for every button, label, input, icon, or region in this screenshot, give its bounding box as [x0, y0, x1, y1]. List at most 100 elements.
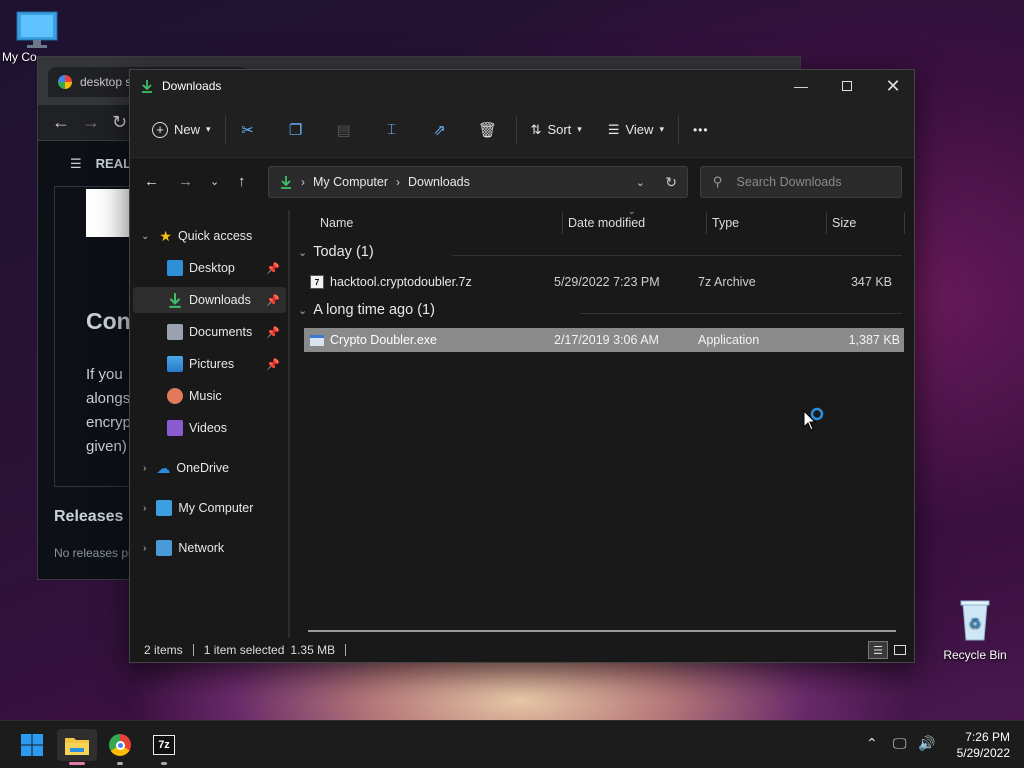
desktop-icon-recycle-bin[interactable]: ♻ Recycle Bin: [940, 598, 1010, 662]
new-label: New: [174, 122, 201, 137]
nav-item-downloads[interactable]: Downloads 📌: [133, 287, 286, 313]
delete-icon[interactable]: 🗑: [472, 114, 504, 146]
pin-icon[interactable]: 📌: [266, 326, 280, 339]
seven-zip-icon: 7z: [153, 735, 175, 755]
recent-chevron-icon[interactable]: ⌄: [210, 175, 219, 188]
maximize-button[interactable]: [824, 70, 870, 102]
file-row-selected[interactable]: Crypto Doubler.exe 2/17/2019 3:06 AM App…: [304, 328, 904, 352]
search-box[interactable]: ⚲ Search Downloads: [700, 166, 902, 198]
readme-heading: Con: [86, 308, 131, 334]
file-date-cell: 2/17/2019 3:06 AM: [554, 333, 659, 347]
chevron-down-icon: ▾: [577, 124, 582, 134]
back-icon[interactable]: ←: [144, 173, 159, 190]
chevron-down-icon: ▾: [659, 124, 664, 134]
pin-icon[interactable]: 📌: [266, 358, 280, 371]
nav-network[interactable]: › Network: [133, 535, 286, 561]
search-icon: ⚲: [713, 174, 723, 189]
refresh-icon[interactable]: ↻: [665, 174, 677, 191]
close-button[interactable]: ✕: [870, 70, 916, 102]
file-size-cell: 347 KB: [850, 275, 892, 289]
taskbar-file-explorer[interactable]: [57, 729, 97, 765]
nav-item-desktop[interactable]: Desktop 📌: [133, 255, 286, 281]
nav-quick-access[interactable]: ⌄ ★ Quick access: [133, 223, 286, 249]
tiles-view-icon[interactable]: [890, 641, 910, 659]
nav-onedrive[interactable]: › ☁ OneDrive: [133, 455, 286, 481]
file-row[interactable]: 7 hacktool.cryptodoubler.7z 5/29/2022 7:…: [306, 270, 902, 294]
file-explorer-window[interactable]: Downloads — ✕ + New ▾ ✂ ❐ ▤ ⌶ ⇗ 🗑 ⇅ Sort…: [129, 69, 915, 663]
more-options-button[interactable]: •••: [685, 114, 717, 146]
breadcrumb-downloads[interactable]: Downloads: [408, 175, 470, 189]
taskbar-7zip[interactable]: 7z: [144, 729, 184, 765]
toolbar-separator: [224, 115, 226, 144]
toolbar-separator: [677, 115, 679, 144]
rename-icon[interactable]: ⌶: [376, 114, 408, 146]
column-header-type[interactable]: Type: [712, 210, 822, 236]
pane-divider[interactable]: [288, 210, 290, 640]
readme-bar: ☰ REAL: [54, 141, 131, 187]
group-header[interactable]: ⌄ A long time ago (1): [298, 302, 435, 318]
list-icon[interactable]: ☰: [70, 156, 82, 172]
forward-icon[interactable]: →: [82, 112, 100, 133]
column-divider[interactable]: [904, 212, 905, 234]
running-indicator: [161, 762, 167, 765]
search-input[interactable]: Search Downloads: [737, 175, 842, 189]
forward-icon[interactable]: →: [178, 173, 193, 190]
cloud-icon: ☁: [156, 459, 171, 476]
column-divider[interactable]: [562, 212, 563, 234]
nav-item-documents[interactable]: Documents 📌: [133, 319, 286, 345]
music-icon: [167, 388, 183, 404]
column-header-size[interactable]: Size: [832, 210, 902, 236]
releases-heading[interactable]: Releases: [54, 508, 123, 526]
window-title: Downloads: [162, 79, 222, 93]
title-bar[interactable]: Downloads — ✕: [130, 70, 914, 102]
status-divider: [192, 644, 194, 656]
nav-item-videos[interactable]: Videos: [133, 415, 286, 441]
address-bar[interactable]: › My Computer › Downloads ⌄ ↻: [268, 166, 688, 198]
chevron-down-icon: ⌄: [298, 304, 308, 317]
reload-icon[interactable]: ↻: [112, 112, 127, 133]
active-indicator: [69, 762, 85, 765]
nav-item-pictures[interactable]: Pictures 📌: [133, 351, 286, 377]
column-divider[interactable]: [826, 212, 827, 234]
nav-my-computer[interactable]: › My Computer: [133, 495, 286, 521]
pin-icon[interactable]: 📌: [266, 294, 280, 307]
network-status-icon[interactable]: 🖵: [893, 735, 907, 752]
paste-icon[interactable]: ▤: [328, 114, 360, 146]
chevron-down-icon: ⌄: [298, 246, 308, 259]
share-icon[interactable]: ⇗: [424, 114, 456, 146]
clock[interactable]: 7:26 PM 5/29/2022: [944, 729, 1010, 761]
minimize-button[interactable]: —: [778, 70, 824, 102]
column-divider[interactable]: [706, 212, 707, 234]
nav-item-music[interactable]: Music: [133, 383, 286, 409]
up-icon[interactable]: ↑: [238, 173, 246, 190]
sort-button[interactable]: ⇅ Sort ▾: [523, 114, 590, 146]
download-icon: [281, 176, 291, 189]
start-button[interactable]: [12, 729, 52, 761]
group-divider: [452, 255, 902, 256]
horizontal-scrollbar[interactable]: [308, 630, 896, 632]
pictures-icon: [167, 356, 183, 372]
archive-7z-icon: 7: [310, 275, 324, 289]
show-hidden-icons-chevron-icon[interactable]: ⌃: [866, 735, 878, 752]
view-button[interactable]: ☰ View ▾: [600, 114, 672, 146]
group-header[interactable]: ⌄ Today (1): [298, 244, 374, 260]
monitor-icon: [156, 500, 173, 516]
column-header-name[interactable]: Name: [320, 210, 560, 236]
desktop-icon-label: Recycle Bin: [943, 648, 1007, 662]
cut-icon[interactable]: ✂: [232, 114, 264, 146]
details-view-icon[interactable]: ☰: [868, 641, 888, 659]
copy-icon[interactable]: ❐: [280, 114, 312, 146]
browser-tab-title: desktop s: [80, 75, 132, 89]
taskbar-chrome[interactable]: [100, 729, 140, 765]
pin-icon[interactable]: 📌: [266, 262, 280, 275]
status-selection: 1 item selected: [203, 643, 285, 657]
breadcrumb-my-computer[interactable]: My Computer: [313, 175, 388, 189]
chevron-right-icon: ›: [143, 502, 147, 514]
address-dropdown-icon[interactable]: ⌄: [636, 176, 645, 189]
column-header-date[interactable]: Date modified: [568, 210, 708, 236]
volume-icon[interactable]: 🔊: [918, 735, 935, 752]
new-button[interactable]: + New ▾: [144, 114, 219, 146]
application-icon: [310, 334, 324, 346]
back-icon[interactable]: ←: [52, 112, 70, 133]
status-divider: [345, 644, 347, 656]
